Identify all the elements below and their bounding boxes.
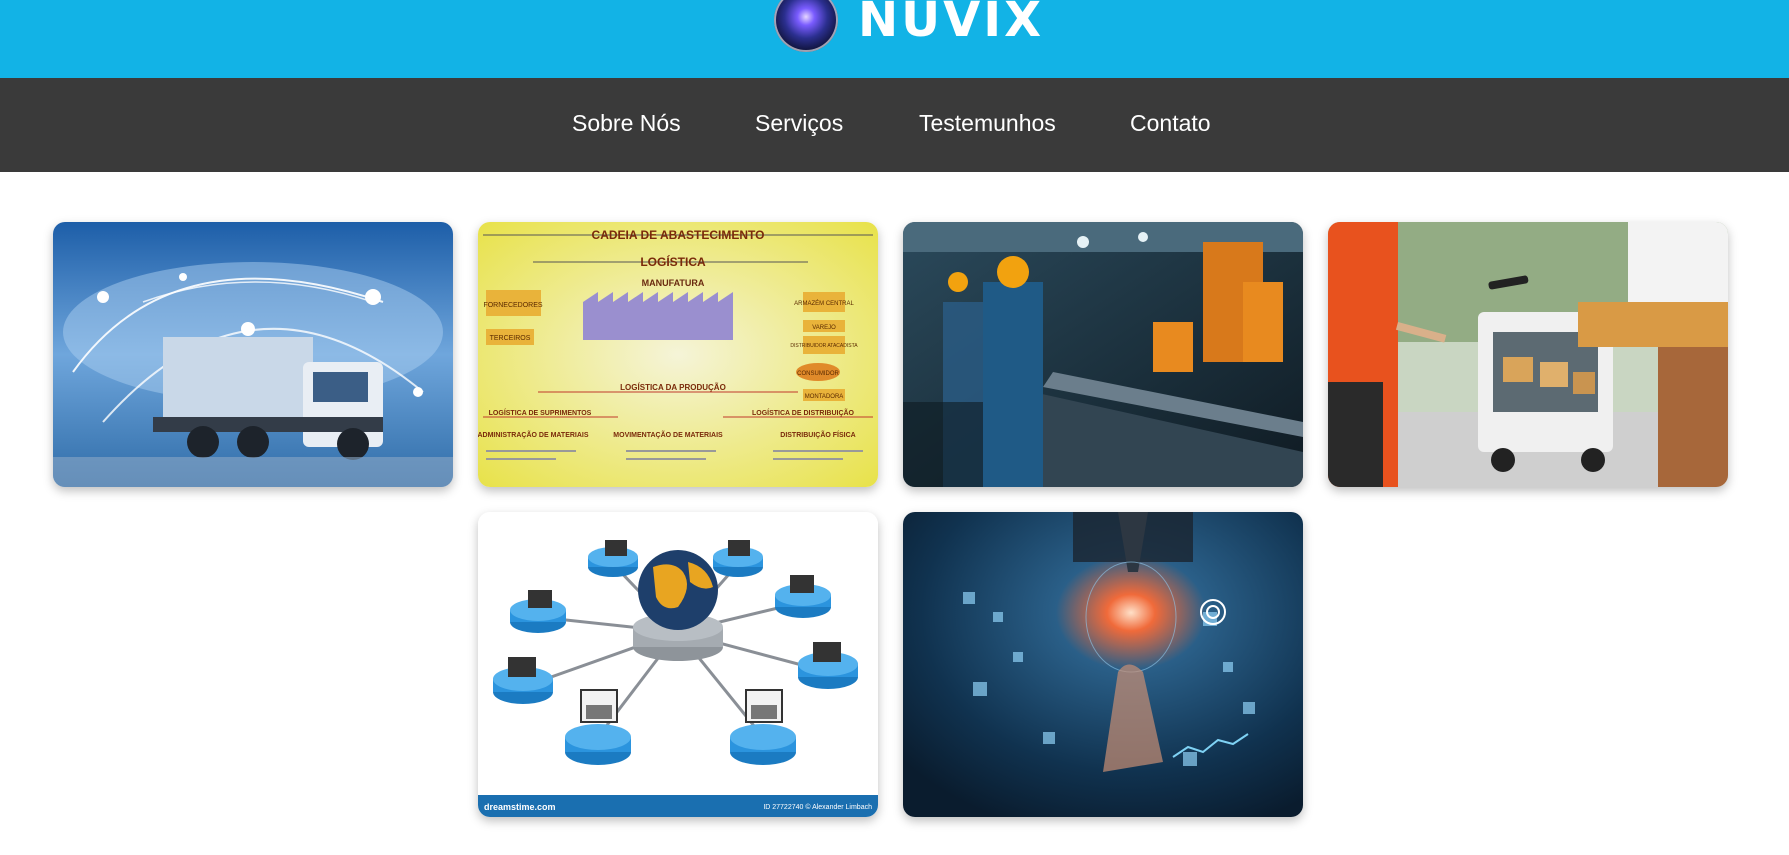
network-globe-laptops-illustration: dreamstime.com ID 27722740 © Alexander L…	[478, 512, 878, 817]
gallery-image-factory[interactable]	[903, 222, 1303, 487]
site-header: NUVIX	[0, 0, 1789, 78]
nav-link-servicos[interactable]: Serviços	[755, 109, 843, 137]
nav-link-sobre-nos[interactable]: Sobre Nós	[572, 109, 681, 137]
brand-name: NUVIX	[858, 0, 1045, 48]
diagram-distribuidor: DISTRIBUIDOR ATACADISTA	[790, 343, 858, 349]
diagram-producao: LOGÍSTICA DA PRODUÇÃO	[620, 383, 726, 392]
main-nav: Sobre Nós Serviços Testemunhos Contato	[0, 78, 1789, 172]
diagram-suprimentos: LOGÍSTICA DE SUPRIMENTOS	[489, 408, 592, 417]
gallery-image-delivery[interactable]	[1328, 222, 1728, 487]
diagram-title: CADEIA DE ABASTECIMENTO	[592, 228, 765, 242]
globe-orb-icon	[774, 0, 838, 52]
image-credit: ID 27722740 © Alexander Limbach	[763, 803, 872, 811]
gallery-image-digital-tech[interactable]	[903, 512, 1303, 817]
diagram-dist-fisica: DISTRIBUIÇÃO FÍSICA	[780, 430, 855, 439]
factory-workers-photo	[903, 222, 1303, 487]
gallery-image-network[interactable]: dreamstime.com ID 27722740 © Alexander L…	[478, 512, 878, 817]
diagram-varejo: VAREJO	[812, 325, 836, 331]
image-watermark: dreamstime.com	[484, 802, 556, 812]
diagram-consumidor: CONSUMIDOR	[797, 371, 839, 377]
diagram-mov-materiais: MOVIMENTAÇÃO DE MATERIAIS	[613, 430, 723, 439]
diagram-logistica: LOGÍSTICA	[640, 254, 706, 269]
diagram-adm-materiais: ADMINISTRAÇÃO DE MATERIAIS	[478, 430, 589, 439]
brand[interactable]: NUVIX	[774, 0, 1044, 52]
gallery-image-truck-network[interactable]	[53, 222, 453, 487]
gallery-image-supply-chain[interactable]: CADEIA DE ABASTECIMENTO LOGÍSTICA MANUFA…	[478, 222, 878, 487]
digital-technology-businessman-photo	[903, 512, 1303, 817]
nav-link-contato[interactable]: Contato	[1130, 109, 1211, 137]
diagram-fornecedores: FORNECEDORES	[483, 302, 542, 309]
diagram-montadora: MONTADORA	[805, 394, 844, 400]
supply-chain-diagram: CADEIA DE ABASTECIMENTO LOGÍSTICA MANUFA…	[478, 222, 878, 487]
diagram-armazem: ARMAZÉM CENTRAL	[794, 300, 854, 307]
diagram-distribuicao: LOGÍSTICA DE DISTRIBUIÇÃO	[752, 408, 855, 417]
diagram-terceiros: TERCEIROS	[490, 335, 531, 342]
package-delivery-photo	[1328, 222, 1728, 487]
nav-link-testemunhos[interactable]: Testemunhos	[919, 109, 1056, 137]
truck-network-photo	[53, 222, 453, 487]
diagram-manufatura: MANUFATURA	[642, 278, 705, 288]
